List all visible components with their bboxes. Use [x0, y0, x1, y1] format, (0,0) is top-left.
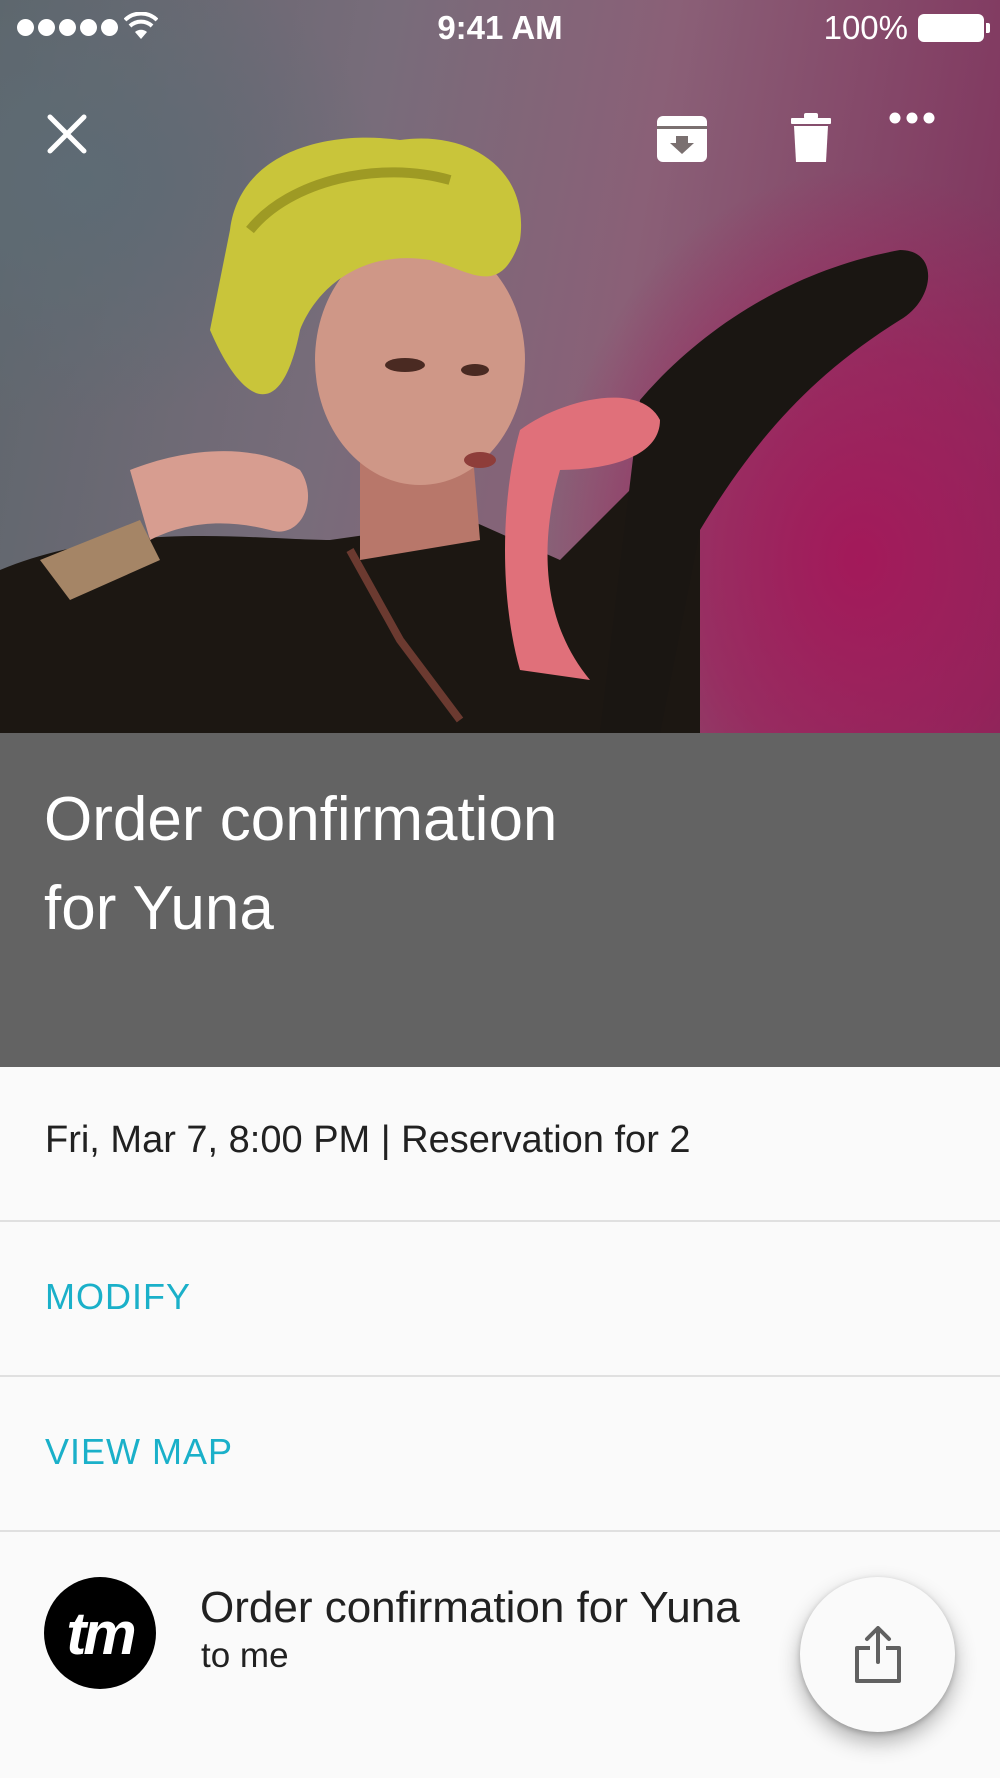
status-bar: 9:41 AM 100%: [0, 0, 1000, 56]
close-icon: [47, 114, 87, 154]
more-button[interactable]: [889, 112, 955, 178]
reservation-details-row: Fri, Mar 7, 8:00 PM | Reservation for 2: [0, 1067, 1000, 1222]
modify-button[interactable]: MODIFY: [45, 1276, 191, 1318]
email-title: Order confirmation for Yuna: [44, 785, 558, 943]
sender-avatar[interactable]: tm: [44, 1577, 156, 1689]
hero-image: 9:41 AM 100%: [0, 0, 1000, 733]
archive-icon: [657, 116, 707, 162]
trash-icon: [791, 113, 831, 162]
archive-button[interactable]: [655, 112, 721, 178]
share-button[interactable]: [800, 1577, 955, 1732]
view-map-button[interactable]: VIEW MAP: [45, 1431, 233, 1473]
battery-percentage: 100%: [823, 9, 908, 46]
message-subject: Order confirmation for Yuna: [200, 1583, 740, 1632]
battery-icon: [918, 14, 990, 42]
more-icon: [889, 112, 935, 124]
message-recipient: to me: [201, 1636, 289, 1675]
share-icon: [854, 1625, 901, 1683]
email-detail-screen: 9:41 AM 100% Order confirmation for Yuna…: [0, 0, 1000, 1778]
modify-row[interactable]: MODIFY: [0, 1222, 1000, 1377]
close-button[interactable]: [45, 112, 111, 178]
title-band: Order confirmation for Yuna: [0, 733, 1000, 1067]
hero-illustration: [0, 137, 929, 733]
reservation-datetime: Fri, Mar 7, 8:00 PM | Reservation for 2: [45, 1119, 691, 1161]
delete-button[interactable]: [789, 112, 855, 178]
view-map-row[interactable]: VIEW MAP: [0, 1377, 1000, 1532]
